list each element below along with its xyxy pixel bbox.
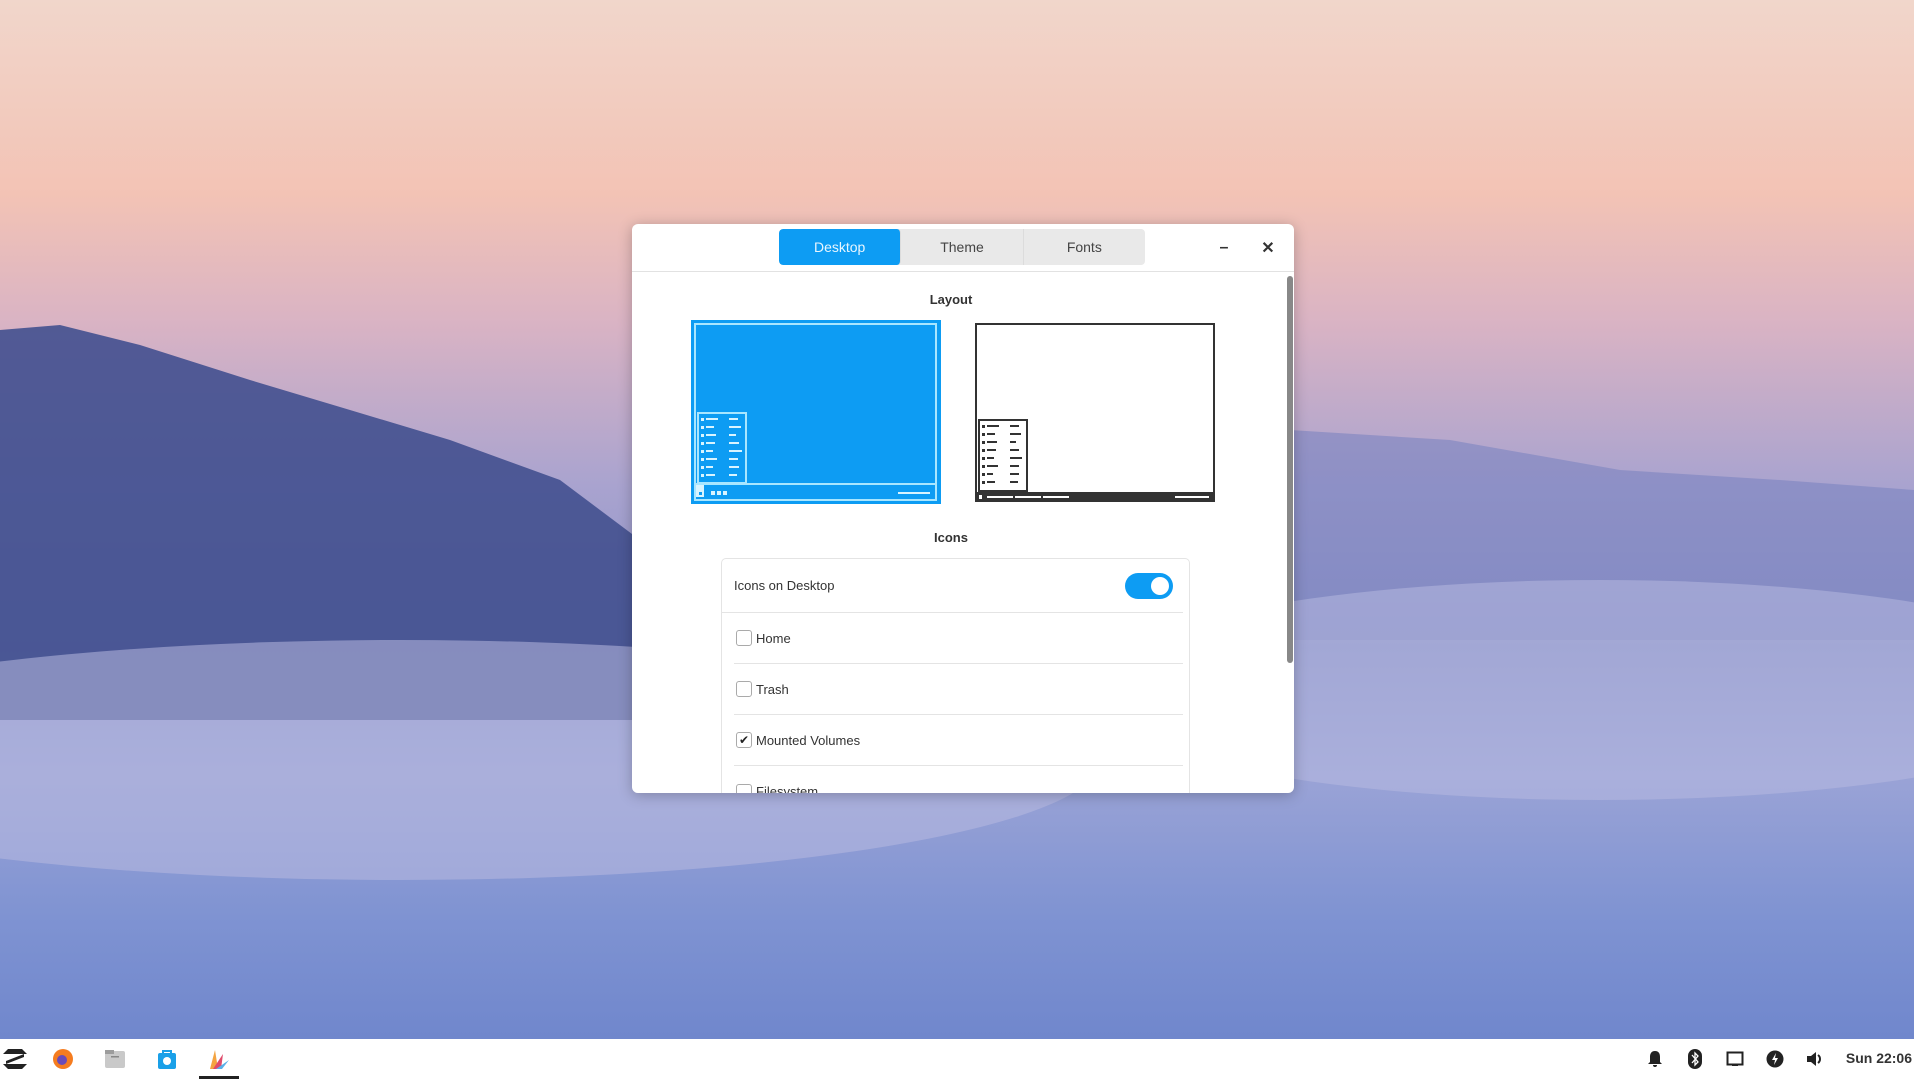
bluetooth-icon[interactable] [1682, 1047, 1708, 1071]
layout-option-windows[interactable] [691, 320, 941, 504]
settings-dialog: Desktop Theme Fonts – ✕ Layout Icons Ico… [632, 224, 1294, 793]
display-icon[interactable] [1722, 1047, 1748, 1071]
list-item-mounted-volumes[interactable]: ✔ Mounted Volumes [734, 715, 1183, 766]
scrollbar[interactable] [1287, 276, 1293, 663]
minimize-button[interactable]: – [1212, 236, 1236, 260]
layout-option-classic[interactable] [975, 323, 1215, 502]
filesystem-label: Filesystem [756, 784, 819, 793]
layout-title: Layout [929, 292, 973, 307]
tab-desktop[interactable]: Desktop [779, 229, 902, 265]
clock[interactable]: Sun 22:06 [1846, 1050, 1912, 1066]
mounted-volumes-label: Mounted Volumes [756, 732, 861, 748]
list-item-trash[interactable]: Trash [734, 664, 1183, 715]
dialog-header: Desktop Theme Fonts – ✕ [632, 224, 1294, 272]
zorin-menu-icon[interactable] [2, 1047, 28, 1071]
mounted-volumes-checkbox[interactable]: ✔ [736, 732, 752, 748]
list-item-home[interactable]: Home [734, 613, 1183, 664]
software-store-icon[interactable] [154, 1047, 180, 1071]
files-icon[interactable] [102, 1047, 128, 1071]
trash-label: Trash [756, 681, 789, 697]
tab-fonts[interactable]: Fonts [1024, 229, 1145, 265]
icons-on-desktop-label: Icons on Desktop [734, 578, 835, 593]
volume-icon[interactable] [1802, 1047, 1828, 1071]
taskbar: Sun 22:06 [0, 1039, 1914, 1079]
list-item-filesystem[interactable]: Filesystem [734, 766, 1183, 793]
close-button[interactable]: ✕ [1256, 236, 1280, 260]
bell-icon[interactable] [1642, 1047, 1668, 1071]
icons-on-desktop-toggle[interactable] [1125, 573, 1173, 599]
firefox-icon[interactable] [50, 1047, 76, 1071]
check-icon: ✔ [738, 733, 750, 747]
trash-checkbox[interactable] [736, 681, 752, 697]
tab-theme[interactable]: Theme [901, 229, 1024, 265]
icons-title: Icons [934, 530, 968, 545]
appearance-icon[interactable] [206, 1047, 232, 1071]
home-label: Home [756, 630, 791, 646]
power-icon[interactable] [1762, 1047, 1788, 1071]
filesystem-checkbox[interactable] [736, 783, 752, 793]
home-checkbox[interactable] [736, 630, 752, 646]
icons-card: Icons on Desktop Home Trash ✔ Mounted Vol… [721, 558, 1190, 793]
tab-bar: Desktop Theme Fonts [779, 229, 1145, 265]
